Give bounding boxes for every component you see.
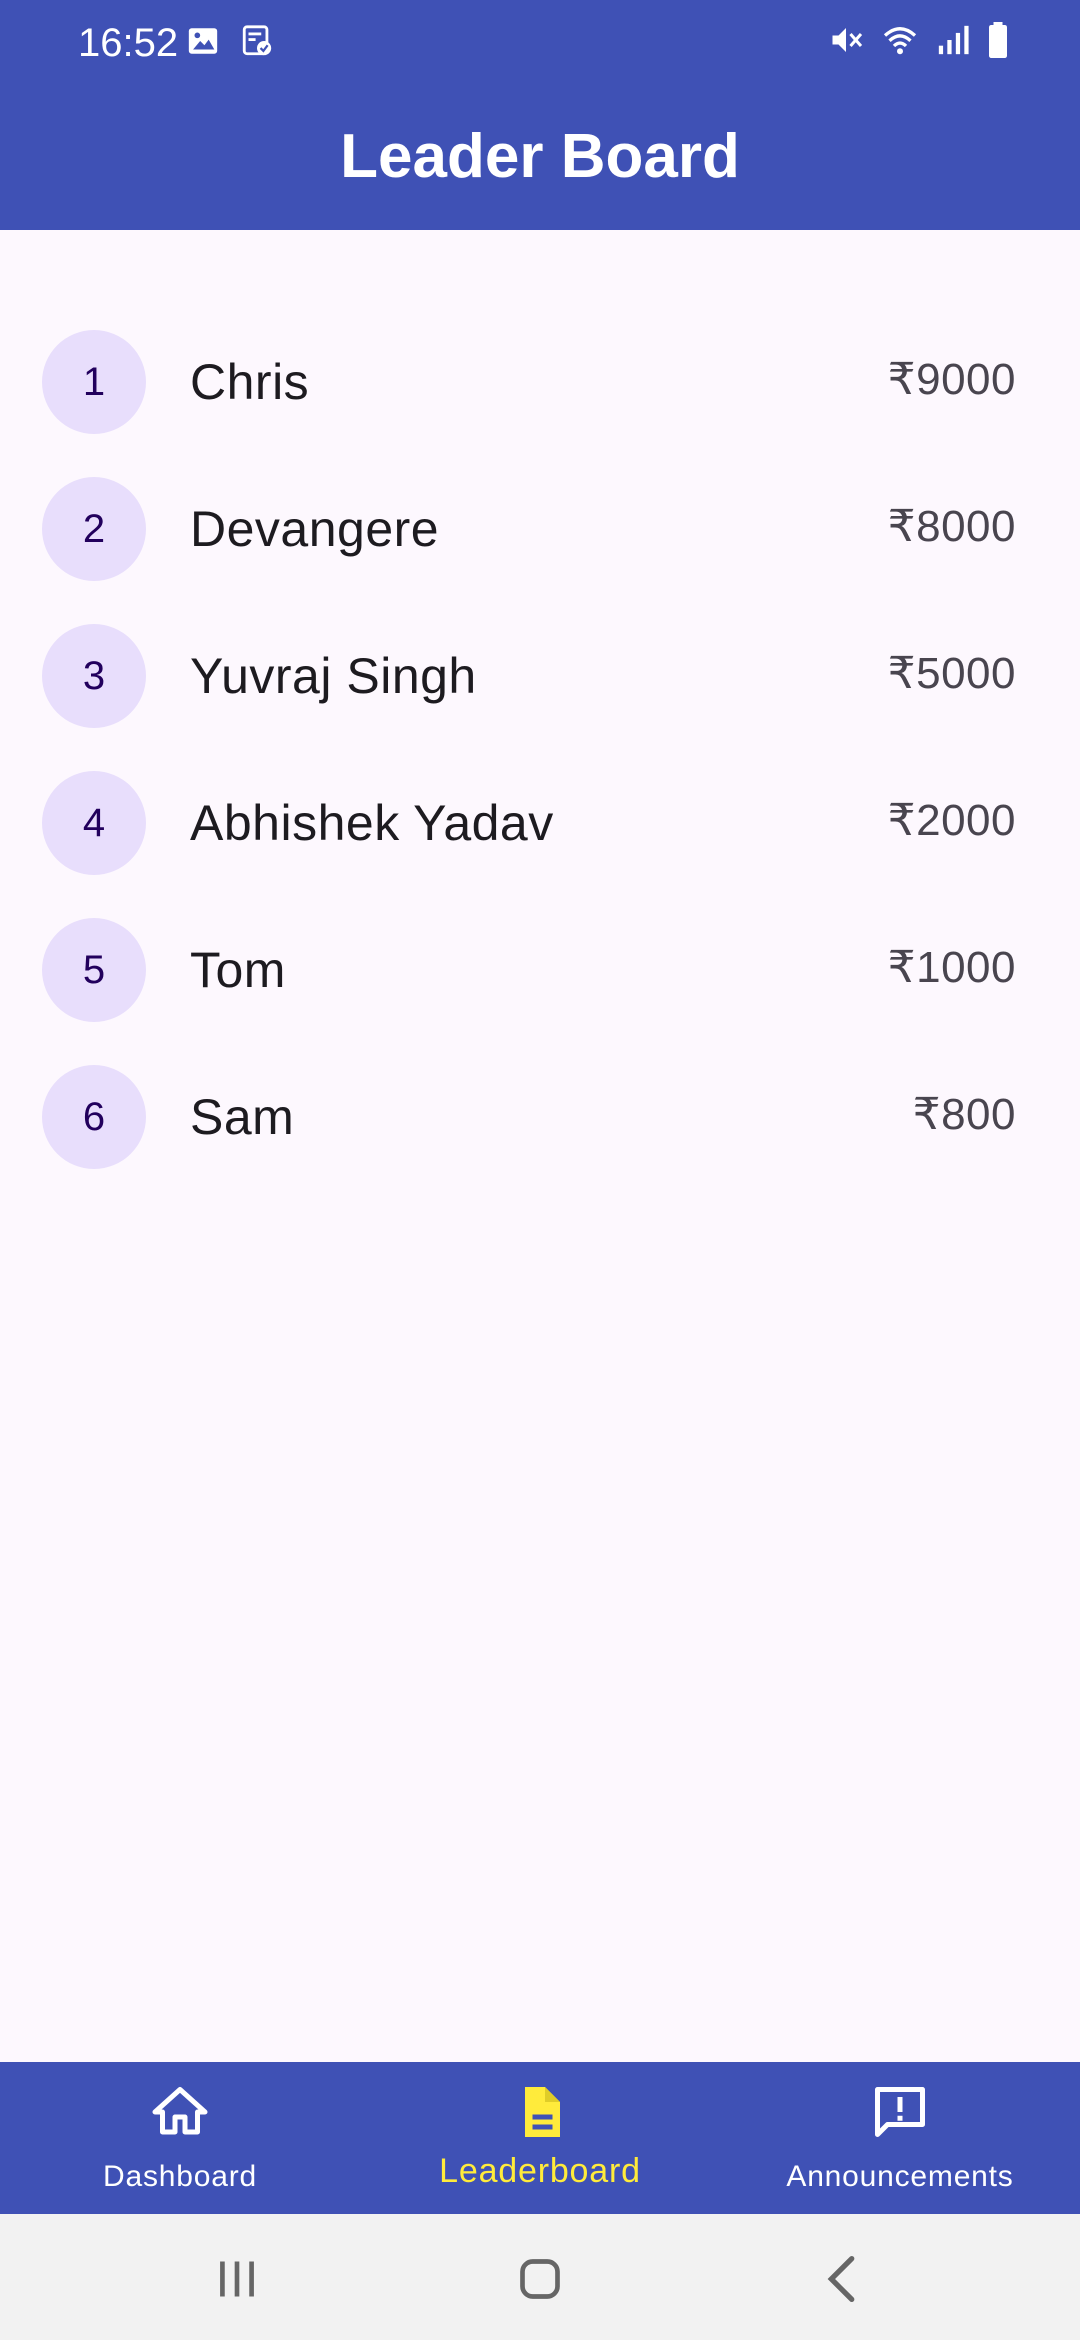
player-name: Chris: [190, 354, 310, 410]
player-amount: ₹1000: [887, 943, 1016, 992]
home-icon: [150, 2082, 210, 2142]
status-bar: 16:52: [0, 0, 1080, 86]
player-amount: ₹800: [912, 1090, 1016, 1139]
app-root: 16:52 Leader Board 1 Chris ₹9000 2 Devan…: [0, 0, 1080, 2340]
rank-badge: 5: [42, 918, 146, 1022]
image-icon: [186, 24, 220, 63]
nav-announcements-label: Announcements: [786, 2160, 1014, 2193]
signal-icon: [936, 23, 970, 62]
recent-apps-icon[interactable]: [202, 2244, 272, 2314]
app-bar: 16:52 Leader Board: [0, 0, 1080, 230]
leaderboard-list: 1 Chris ₹9000 2 Devangere ₹8000 3 Yuvraj…: [0, 308, 1080, 1190]
leaderboard-row[interactable]: 5 Tom ₹1000: [0, 896, 1080, 1043]
leaderboard-row[interactable]: 6 Sam ₹800: [0, 1043, 1080, 1190]
player-amount: ₹2000: [887, 796, 1016, 845]
player-name: Devangere: [190, 501, 440, 557]
bottom-navigation: Dashboard Leaderboard Announcements: [0, 2062, 1080, 2214]
back-icon[interactable]: [808, 2244, 878, 2314]
task-check-icon: [240, 24, 274, 63]
home-button-icon[interactable]: [505, 2244, 575, 2314]
rank-badge: 4: [42, 771, 146, 875]
wifi-icon: [880, 22, 920, 63]
player-name: Yuvraj Singh: [190, 648, 477, 704]
rank-badge: 2: [42, 477, 146, 581]
announcement-icon: [870, 2082, 930, 2142]
player-amount: ₹5000: [887, 649, 1016, 698]
rank-badge: 1: [42, 330, 146, 434]
leaderboard-row[interactable]: 2 Devangere ₹8000: [0, 455, 1080, 602]
status-system-icons: [828, 22, 1010, 63]
nav-announcements[interactable]: Announcements: [720, 2062, 1080, 2214]
rank-badge: 6: [42, 1065, 146, 1169]
player-amount: ₹8000: [887, 502, 1016, 551]
document-icon: [510, 2082, 570, 2142]
nav-leaderboard-label: Leaderboard: [439, 2152, 641, 2190]
leaderboard-row[interactable]: 1 Chris ₹9000: [0, 308, 1080, 455]
player-name: Abhishek Yadav: [190, 795, 554, 851]
nav-leaderboard[interactable]: Leaderboard: [360, 2062, 720, 2214]
leaderboard-row[interactable]: 3 Yuvraj Singh ₹5000: [0, 602, 1080, 749]
nav-dashboard[interactable]: Dashboard: [0, 2062, 360, 2214]
battery-icon: [986, 22, 1010, 63]
page-title: Leader Board: [340, 122, 740, 191]
mute-icon: [828, 22, 864, 63]
player-name: Tom: [190, 942, 286, 998]
leaderboard-row[interactable]: 4 Abhishek Yadav ₹2000: [0, 749, 1080, 896]
status-time: 16:52: [78, 21, 179, 65]
system-navigation-bar: [0, 2214, 1080, 2340]
player-amount: ₹9000: [887, 355, 1016, 404]
rank-badge: 3: [42, 624, 146, 728]
status-notification-icons: [186, 24, 274, 63]
nav-dashboard-label: Dashboard: [103, 2160, 257, 2193]
player-name: Sam: [190, 1089, 295, 1145]
